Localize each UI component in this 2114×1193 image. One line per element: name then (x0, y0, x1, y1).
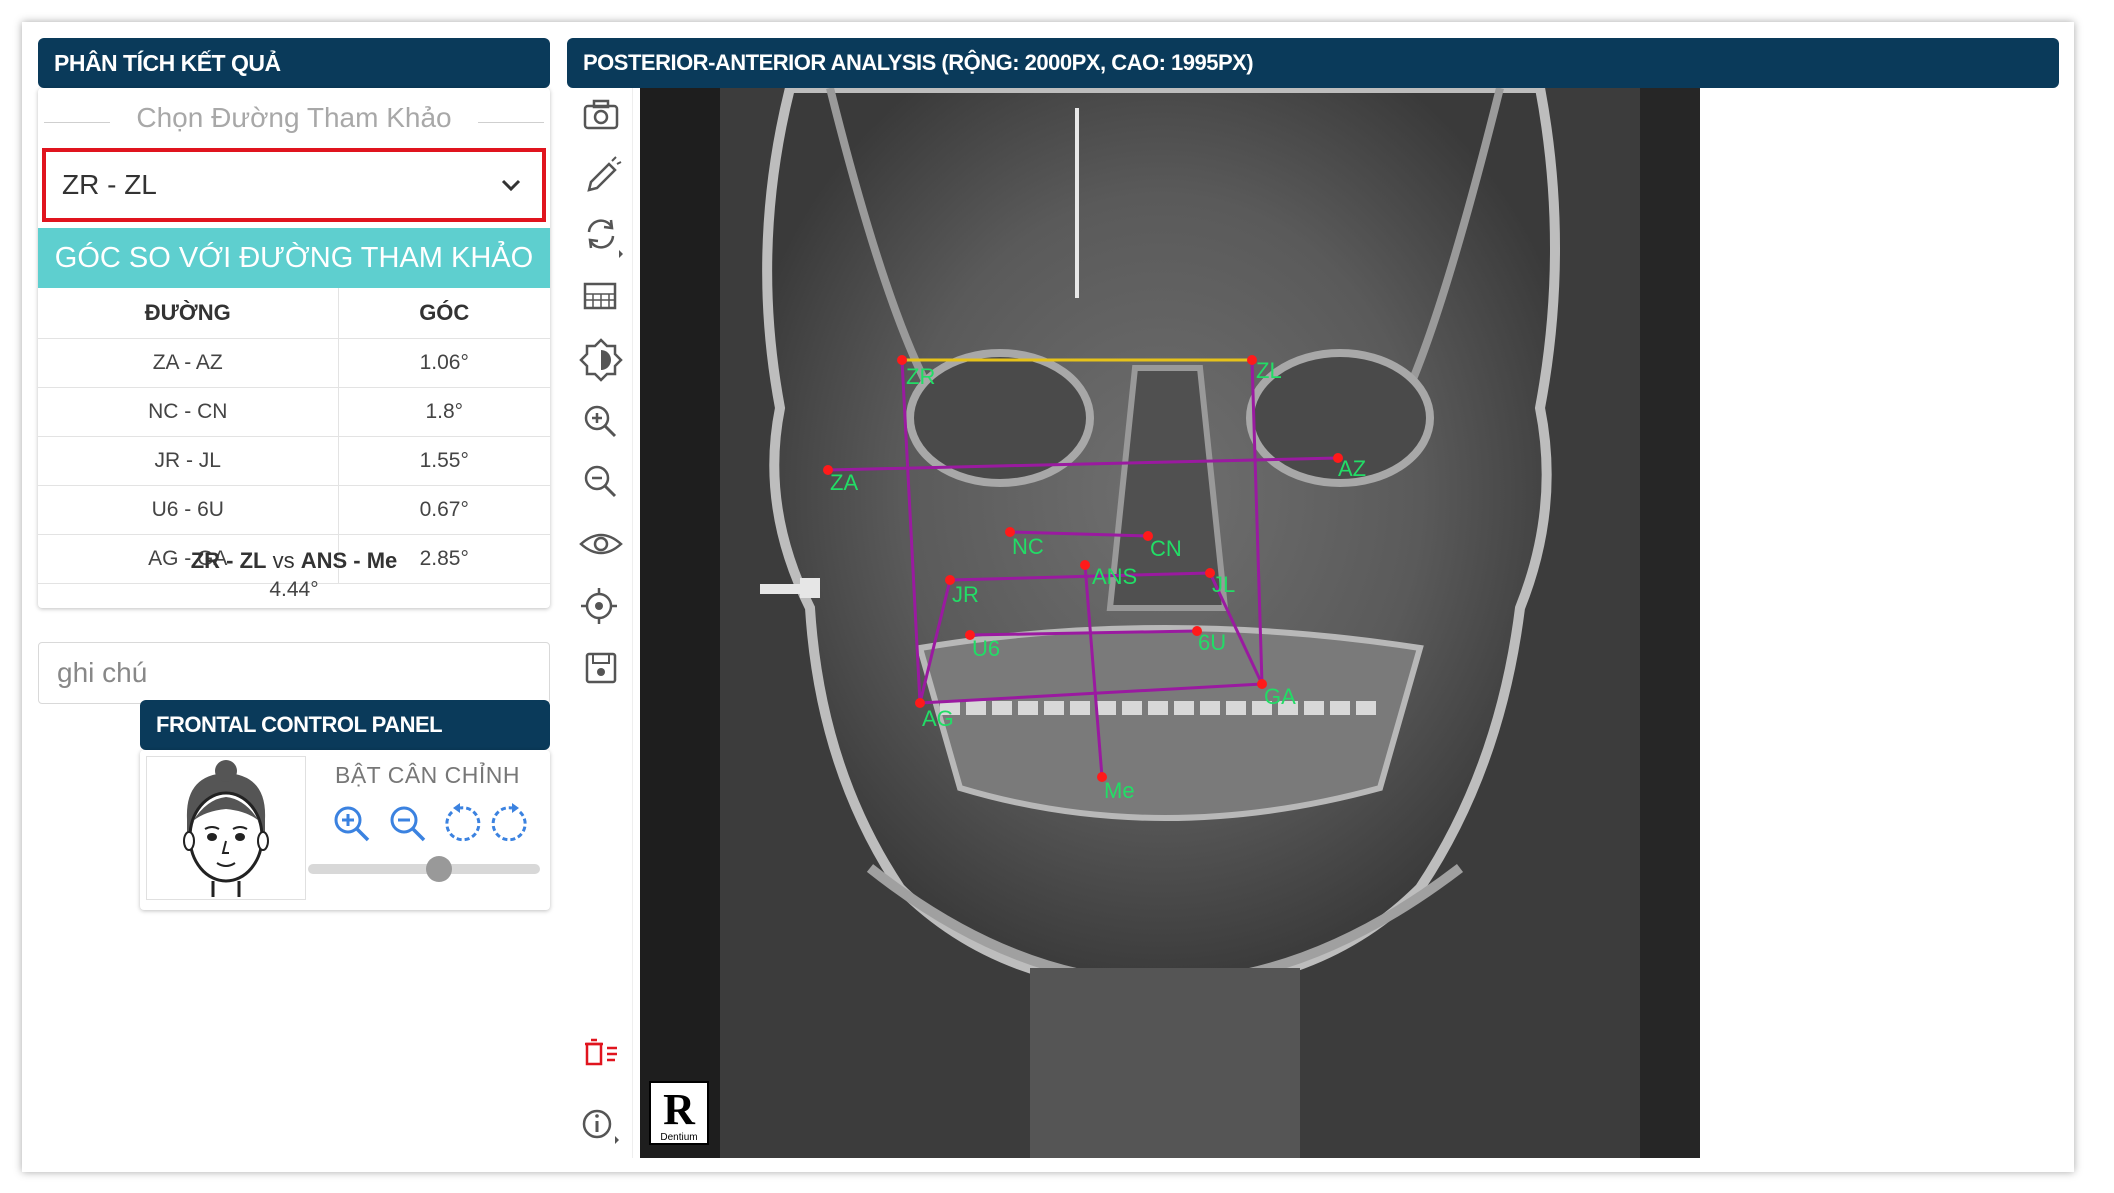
table-row: JR - JL 1.55° (38, 436, 550, 486)
alignment-slider-thumb[interactable] (426, 856, 452, 882)
comparison-ref: ZR - ZL (190, 548, 267, 573)
landmark-label: JR (952, 582, 979, 607)
alignment-slider-track[interactable] (308, 864, 540, 874)
comparison-other: ANS - Me (300, 548, 398, 573)
landmark-label: AG (922, 706, 954, 731)
landmark-label: ZR (906, 364, 935, 389)
comparison-value: 4.44° (269, 578, 319, 601)
svg-text:Dentium: Dentium (660, 1132, 697, 1143)
svg-text:R: R (663, 1085, 696, 1134)
pen-icon[interactable] (577, 152, 625, 200)
app-window: PHÂN TÍCH KẾT QUẢ Chọn Đường Tham Khảo Z… (22, 22, 2074, 1172)
reference-card: Chọn Đường Tham Khảo ZR - ZL GÓC SO VỚI … (38, 88, 550, 608)
xray-viewport[interactable]: ZR ZL ZA AZ NC CN ANS JR JL U6 6U AG GA … (640, 88, 1700, 1158)
results-panel-title: PHÂN TÍCH KẾT QUẢ (54, 49, 281, 76)
info-icon[interactable] (577, 1102, 625, 1150)
viewer-title: POSTERIOR-ANTERIOR ANALYSIS (RỘNG: 2000P… (583, 50, 1254, 75)
table-header-row: ĐƯỜNG GÓC (38, 288, 550, 339)
frontal-control-panel: BẬT CÂN CHỈNH (140, 750, 550, 910)
angle-cell: 1.55° (338, 436, 550, 486)
delete-list-icon[interactable] (577, 1030, 625, 1078)
results-panel-header: PHÂN TÍCH KẾT QUẢ (38, 38, 550, 88)
angle-cell: 1.8° (338, 387, 550, 437)
table-row: U6 - 6U 0.67° (38, 485, 550, 535)
line-cell: ZA - AZ (38, 338, 339, 388)
rotate-left-icon[interactable] (438, 802, 482, 846)
landmark-label: Me (1104, 778, 1135, 803)
landmark-label: U6 (972, 636, 1000, 661)
face-avatar-icon (183, 760, 269, 897)
landmark-label: JL (1212, 572, 1235, 597)
zoom-in-icon[interactable] (330, 802, 374, 846)
line-cell: U6 - 6U (38, 485, 339, 535)
align-toggle-label[interactable]: BẬT CÂN CHỈNH (335, 762, 520, 789)
rotate-icon[interactable] (577, 210, 625, 258)
landmark-label: 6U (1198, 630, 1226, 655)
face-thumbnail (146, 756, 306, 900)
viewer-header: POSTERIOR-ANTERIOR ANALYSIS (RỘNG: 2000P… (567, 38, 2059, 88)
viewer-toolbar (567, 88, 633, 1158)
angle-cell: 0.67° (338, 485, 550, 535)
landmark-label: CN (1150, 536, 1182, 561)
landmark-label: ANS (1092, 564, 1137, 589)
reference-line-select[interactable]: ZR - ZL (42, 148, 546, 222)
landmark-label: GA (1264, 684, 1296, 709)
xray-image: ZR ZL ZA AZ NC CN ANS JR JL U6 6U AG GA … (640, 88, 1700, 1158)
landmark-label: ZL (1256, 358, 1282, 383)
landmark-label: AZ (1338, 456, 1366, 481)
landmark-label: NC (1012, 534, 1044, 559)
angle-section-title: GÓC SO VỚI ĐƯỜNG THAM KHẢO (38, 228, 550, 288)
comparison-line: ZR - ZL vs ANS - Me (38, 548, 550, 574)
comparison-box: ZR - ZL vs ANS - Me 4.44° (38, 536, 550, 606)
table-row: ZA - AZ 1.06° (38, 338, 550, 388)
zoom-out-icon[interactable] (577, 458, 625, 506)
comparison-vs: vs (272, 548, 295, 573)
landmark-label: ZA (830, 470, 858, 495)
zoom-out-icon[interactable] (386, 802, 430, 846)
save-icon[interactable] (577, 644, 625, 692)
grid-icon[interactable] (577, 272, 625, 320)
column-header-angle: GÓC (338, 288, 550, 339)
eye-icon[interactable] (577, 520, 625, 568)
angle-cell: 1.06° (338, 338, 550, 388)
target-icon[interactable] (577, 582, 625, 630)
line-cell: NC - CN (38, 387, 339, 437)
camera-icon[interactable] (577, 90, 625, 138)
note-input[interactable]: ghi chú (38, 642, 550, 704)
table-row: NC - CN 1.8° (38, 387, 550, 437)
frontal-panel-title: FRONTAL CONTROL PANEL (156, 712, 443, 737)
rotate-right-icon[interactable] (490, 802, 534, 846)
chevron-down-icon (501, 179, 521, 192)
column-header-line: ĐƯỜNG (38, 288, 339, 339)
line-cell: JR - JL (38, 436, 339, 486)
contrast-icon[interactable] (577, 334, 625, 382)
reference-line-label: Chọn Đường Tham Khảo (136, 102, 452, 133)
frontal-panel-header[interactable]: FRONTAL CONTROL PANEL (140, 700, 550, 750)
zoom-in-icon[interactable] (577, 398, 625, 446)
reference-select-value: ZR - ZL (62, 169, 157, 200)
